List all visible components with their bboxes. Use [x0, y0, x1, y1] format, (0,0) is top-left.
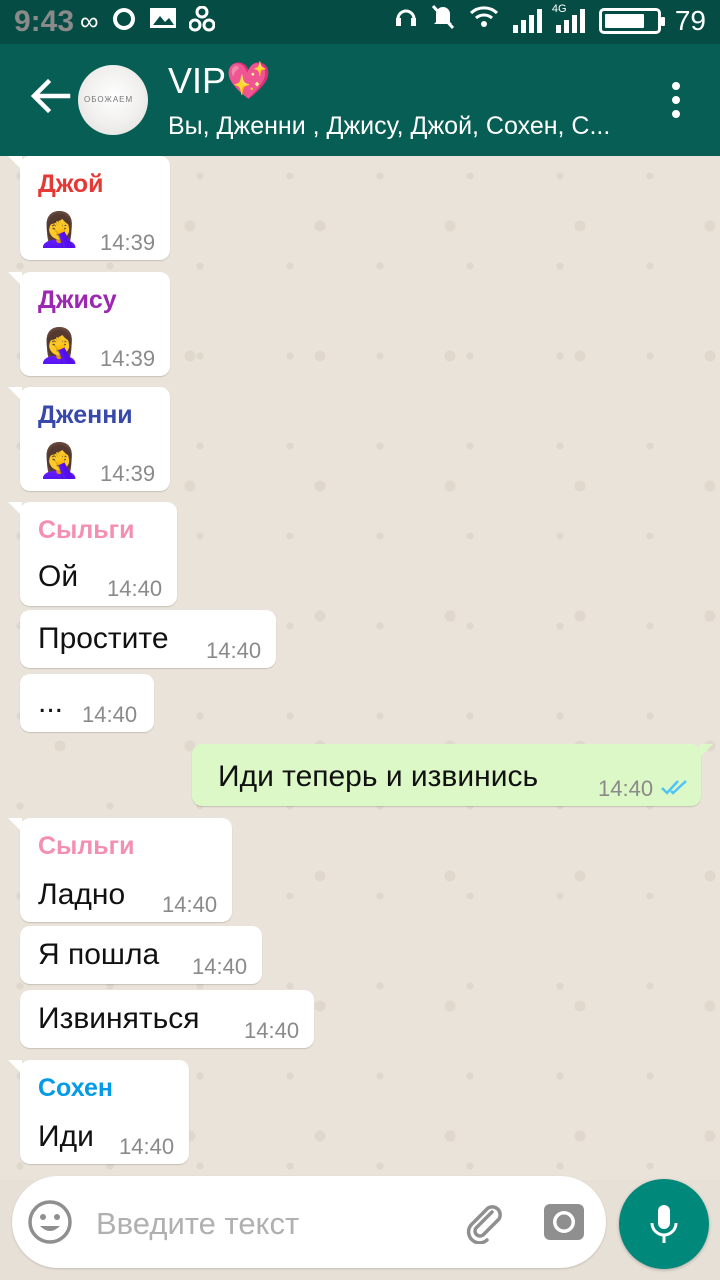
message-text: Ой: [38, 560, 79, 593]
battery-fill: [604, 13, 645, 28]
message-time: 14:39: [100, 230, 156, 255]
outgoing-message-bubble[interactable]: Иди теперь и извинись 14:40: [192, 744, 713, 806]
message-bubble[interactable]: Извиняться 14:40: [20, 990, 314, 1048]
message-bubble[interactable]: Я пошла 14:40: [20, 926, 262, 984]
message-time: 14:40: [192, 954, 248, 979]
chat-area[interactable]: Джой 🤦‍♀️ 14:39 Джису 🤦‍♀️ 14:39 Дженни …: [0, 156, 720, 1180]
mute-icon: [431, 4, 455, 37]
emoji-icon[interactable]: [26, 1198, 74, 1246]
message-bubble[interactable]: ... 14:40: [20, 674, 154, 732]
message-text: ...: [38, 686, 64, 719]
message-bubble[interactable]: Сыльги Ой 14:40: [8, 502, 177, 606]
message-bubble[interactable]: Дженни 🤦‍♀️ 14:39: [8, 387, 170, 491]
connection-icon: [188, 5, 216, 39]
notification-icons: ∞: [80, 5, 216, 39]
message-bubble[interactable]: Джису 🤦‍♀️ 14:39: [8, 272, 170, 376]
message-time: 14:40: [107, 576, 163, 601]
wifi-icon: [469, 5, 499, 36]
message-sender: Джой: [38, 170, 104, 198]
message-text: Простите: [38, 622, 169, 655]
signal-icon: [512, 8, 542, 33]
more-options-icon[interactable]: [672, 82, 682, 118]
group-avatar[interactable]: ОБОЖАЕМ: [78, 65, 148, 135]
message-time: 14:40: [206, 638, 262, 663]
facepalm-emoji-icon: 🤦‍♀️: [38, 211, 81, 249]
message-sender: Сыльги: [38, 516, 135, 544]
message-time: 14:39: [100, 461, 156, 486]
message-sender: Сохен: [38, 1074, 113, 1102]
status-bar: 9:43 ∞ 4G 79: [0, 0, 720, 44]
group-title[interactable]: VIP💖: [168, 60, 271, 102]
gallery-icon: [149, 6, 177, 39]
message-bubble[interactable]: Джой 🤦‍♀️ 14:39: [8, 156, 170, 260]
message-sender: Сыльги: [38, 832, 135, 860]
network-type: 4G: [551, 2, 567, 15]
message-time: 14:40: [119, 1134, 175, 1159]
message-time: 14:40: [82, 702, 138, 727]
avatar-text: ОБОЖАЕМ: [84, 95, 134, 104]
message-bubble[interactable]: Простите 14:40: [20, 610, 276, 668]
message-sender: Дженни: [38, 401, 133, 429]
message-text: Извиняться: [38, 1002, 200, 1035]
system-icons: 4G 79: [395, 3, 706, 37]
read-ticks-icon: [660, 778, 690, 796]
camera-icon[interactable]: [542, 1200, 586, 1244]
signal-4g-icon: 4G: [552, 3, 585, 33]
facepalm-emoji-icon: 🤦‍♀️: [38, 442, 81, 480]
message-text: Иди теперь и извинись: [218, 760, 539, 793]
battery-icon: [598, 7, 665, 34]
message-time: 14:39: [100, 346, 156, 371]
message-text: Иди: [38, 1120, 94, 1153]
microphone-icon: [650, 1205, 678, 1243]
whatsapp-icon: [111, 6, 137, 39]
message-input-bar[interactable]: Введите текст: [12, 1176, 606, 1268]
message-bubble[interactable]: Сыльги Ладно 14:40: [8, 818, 232, 922]
infinity-icon: ∞: [80, 6, 99, 36]
headset-icon: [395, 5, 417, 36]
message-text: Я пошла: [38, 938, 160, 971]
message-text: Ладно: [38, 878, 126, 911]
status-time: 9:43: [14, 5, 75, 38]
message-input[interactable]: Введите текст: [96, 1206, 299, 1242]
message-time: 14:40: [598, 776, 654, 801]
battery-percent: 79: [674, 4, 706, 36]
chat-header: ОБОЖАЕМ VIP💖 Вы, Дженни , Джису, Джой, С…: [0, 44, 720, 156]
message-time: 14:40: [244, 1018, 300, 1043]
attach-icon[interactable]: [462, 1200, 506, 1245]
group-members[interactable]: Вы, Дженни , Джису, Джой, Сохен, С...: [168, 112, 638, 141]
message-bubble[interactable]: Сохен Иди 14:40: [8, 1060, 189, 1164]
message-sender: Джису: [38, 286, 117, 314]
facepalm-emoji-icon: 🤦‍♀️: [38, 327, 81, 365]
voice-record-button[interactable]: [619, 1179, 709, 1269]
back-arrow-icon[interactable]: [28, 74, 72, 118]
message-time: 14:40: [162, 892, 218, 917]
